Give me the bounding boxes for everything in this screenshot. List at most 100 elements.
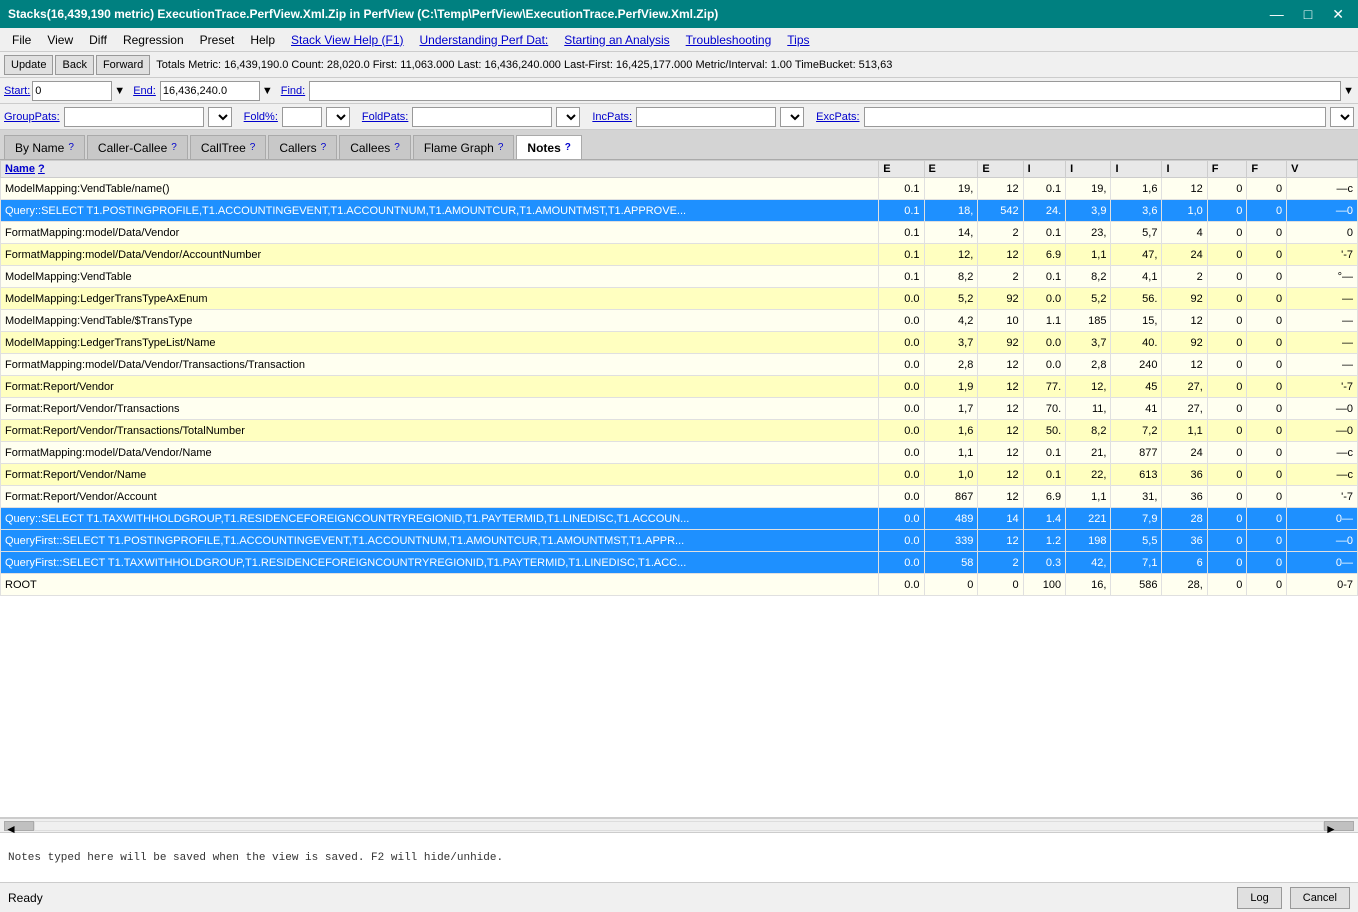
table-row[interactable]: Format:Report/Vendor0.01,91277.12,4527,0… (1, 376, 1358, 398)
table-row[interactable]: Format:Report/Vendor/Transactions/TotalN… (1, 420, 1358, 442)
grouppats-label[interactable]: GroupPats: (4, 111, 60, 123)
update-button[interactable]: Update (4, 55, 53, 75)
foldpats-input[interactable] (412, 107, 552, 127)
tab-caller-callee[interactable]: Caller-Callee ? (87, 135, 188, 159)
tab-callers-label: Callers (279, 141, 316, 155)
table-row[interactable]: Query::SELECT T1.POSTINGPROFILE,T1.ACCOU… (1, 200, 1358, 222)
col-name-link[interactable]: Name (5, 163, 35, 175)
foldpats-label[interactable]: FoldPats: (362, 111, 408, 123)
table-row[interactable]: FormatMapping:model/Data/Vendor/AccountN… (1, 244, 1358, 266)
table-row[interactable]: FormatMapping:model/Data/Vendor0.114,20.… (1, 222, 1358, 244)
table-row[interactable]: Format:Report/Vendor/Transactions0.01,71… (1, 398, 1358, 420)
tab-flame-graph[interactable]: Flame Graph ? (413, 135, 515, 159)
find-label[interactable]: Find: (281, 85, 305, 97)
tab-callees-help[interactable]: ? (394, 142, 400, 153)
incpats-label[interactable]: IncPats: (592, 111, 632, 123)
start-label[interactable]: Start: (4, 85, 30, 97)
table-row[interactable]: FormatMapping:model/Data/Vendor/Name0.01… (1, 442, 1358, 464)
cell-i3: 7,9 (1111, 508, 1162, 530)
tab-notes-help[interactable]: ? (565, 142, 571, 153)
table-row[interactable]: ROOT0.00010016,58628,000-7 (1, 574, 1358, 596)
table-row[interactable]: ModelMapping:VendTable0.18,220.18,24,120… (1, 266, 1358, 288)
excpats-input[interactable] (864, 107, 1326, 127)
cell-f2: 0 (1247, 552, 1287, 574)
scrollbar-thumb-left[interactable]: ◄ (4, 821, 34, 831)
menu-help[interactable]: Help (242, 31, 283, 49)
tab-caller-callee-help[interactable]: ? (171, 142, 177, 153)
tab-by-name-help[interactable]: ? (68, 142, 74, 153)
cell-e2: 2,8 (924, 354, 978, 376)
menu-stack-view-help[interactable]: Stack View Help (F1) (283, 31, 411, 49)
cell-f2: 0 (1247, 398, 1287, 420)
tab-notes[interactable]: Notes ? (516, 135, 581, 159)
cell-v: —c (1287, 178, 1358, 200)
foldpct-label[interactable]: Fold%: (244, 111, 278, 123)
menu-tips[interactable]: Tips (779, 31, 817, 49)
close-button[interactable]: ✕ (1326, 6, 1350, 23)
menu-understanding-perf[interactable]: Understanding Perf Dat: (412, 31, 557, 49)
end-label[interactable]: End: (133, 85, 156, 97)
maximize-button[interactable]: □ (1298, 6, 1318, 23)
cell-f2: 0 (1247, 508, 1287, 530)
incpats-input[interactable] (636, 107, 776, 127)
start-input[interactable] (32, 81, 112, 101)
table-row[interactable]: FormatMapping:model/Data/Vendor/Transact… (1, 354, 1358, 376)
tab-calltree-help[interactable]: ? (250, 142, 256, 153)
scrollbar-thumb-right[interactable]: ► (1324, 821, 1354, 831)
cell-e1: 0.0 (879, 310, 924, 332)
cell-e2: 4,2 (924, 310, 978, 332)
table-row[interactable]: ModelMapping:VendTable/name()0.119,120.1… (1, 178, 1358, 200)
find-input[interactable] (309, 81, 1341, 101)
menu-regression[interactable]: Regression (115, 31, 192, 49)
tab-callees[interactable]: Callees ? (339, 135, 411, 159)
menu-diff[interactable]: Diff (81, 31, 115, 49)
table-row[interactable]: Format:Report/Vendor/Name0.01,0120.122,6… (1, 464, 1358, 486)
table-row[interactable]: Query::SELECT T1.TAXWITHHOLDGROUP,T1.RES… (1, 508, 1358, 530)
cell-name: FormatMapping:model/Data/Vendor/Transact… (1, 354, 879, 376)
cell-e1: 0.0 (879, 288, 924, 310)
table-wrapper[interactable]: Name ? E E E I I I I F F V ModelMapping:… (0, 160, 1358, 818)
col-header-i1: I (1023, 161, 1065, 178)
menu-file[interactable]: File (4, 31, 39, 49)
tab-by-name[interactable]: By Name ? (4, 135, 85, 159)
tab-callers-help[interactable]: ? (321, 142, 327, 153)
grouppats-input[interactable] (64, 107, 204, 127)
tab-calltree[interactable]: CallTree ? (190, 135, 266, 159)
cell-name: FormatMapping:model/Data/Vendor/Name (1, 442, 879, 464)
cancel-button[interactable]: Cancel (1290, 887, 1350, 909)
menu-preset[interactable]: Preset (192, 31, 243, 49)
table-row[interactable]: QueryFirst::SELECT T1.POSTINGPROFILE,T1.… (1, 530, 1358, 552)
table-row[interactable]: QueryFirst::SELECT T1.TAXWITHHOLDGROUP,T… (1, 552, 1358, 574)
tab-callers[interactable]: Callers ? (268, 135, 337, 159)
excpats-select[interactable]: ▼ (1330, 107, 1354, 127)
table-row[interactable]: ModelMapping:LedgerTransTypeList/Name0.0… (1, 332, 1358, 354)
foldpct-input[interactable] (282, 107, 322, 127)
table-row[interactable]: ModelMapping:LedgerTransTypeAxEnum0.05,2… (1, 288, 1358, 310)
menu-troubleshooting[interactable]: Troubleshooting (678, 31, 780, 49)
cell-i1: 0.1 (1023, 178, 1065, 200)
end-input[interactable] (160, 81, 260, 101)
cell-i3: 240 (1111, 354, 1162, 376)
foldpats-select[interactable]: ▼ (556, 107, 580, 127)
incpats-select[interactable]: ▼ (780, 107, 804, 127)
minimize-button[interactable]: — (1264, 6, 1290, 23)
back-button[interactable]: Back (55, 55, 93, 75)
log-button[interactable]: Log (1237, 887, 1281, 909)
table-row[interactable]: Format:Report/Vendor/Account0.0867126.91… (1, 486, 1358, 508)
foldpct-select[interactable]: ▼ (326, 107, 350, 127)
cell-i2: 3,9 (1066, 200, 1111, 222)
grouppats-select[interactable]: ▼ (208, 107, 232, 127)
table-row[interactable]: ModelMapping:VendTable/$TransType0.04,21… (1, 310, 1358, 332)
menu-starting-analysis[interactable]: Starting an Analysis (556, 31, 677, 49)
tab-by-name-label: By Name (15, 141, 64, 155)
cell-f1: 0 (1207, 420, 1247, 442)
tab-flame-graph-help[interactable]: ? (498, 142, 504, 153)
scrollbar-h[interactable]: ◄ ► (0, 818, 1358, 832)
excpats-label[interactable]: ExcPats: (816, 111, 859, 123)
col-name-help[interactable]: ? (38, 163, 45, 175)
scrollbar-track[interactable] (34, 821, 1324, 831)
forward-button[interactable]: Forward (96, 55, 150, 75)
col-header-e3: E (978, 161, 1023, 178)
menu-view[interactable]: View (39, 31, 81, 49)
cell-i1: 1.2 (1023, 530, 1065, 552)
